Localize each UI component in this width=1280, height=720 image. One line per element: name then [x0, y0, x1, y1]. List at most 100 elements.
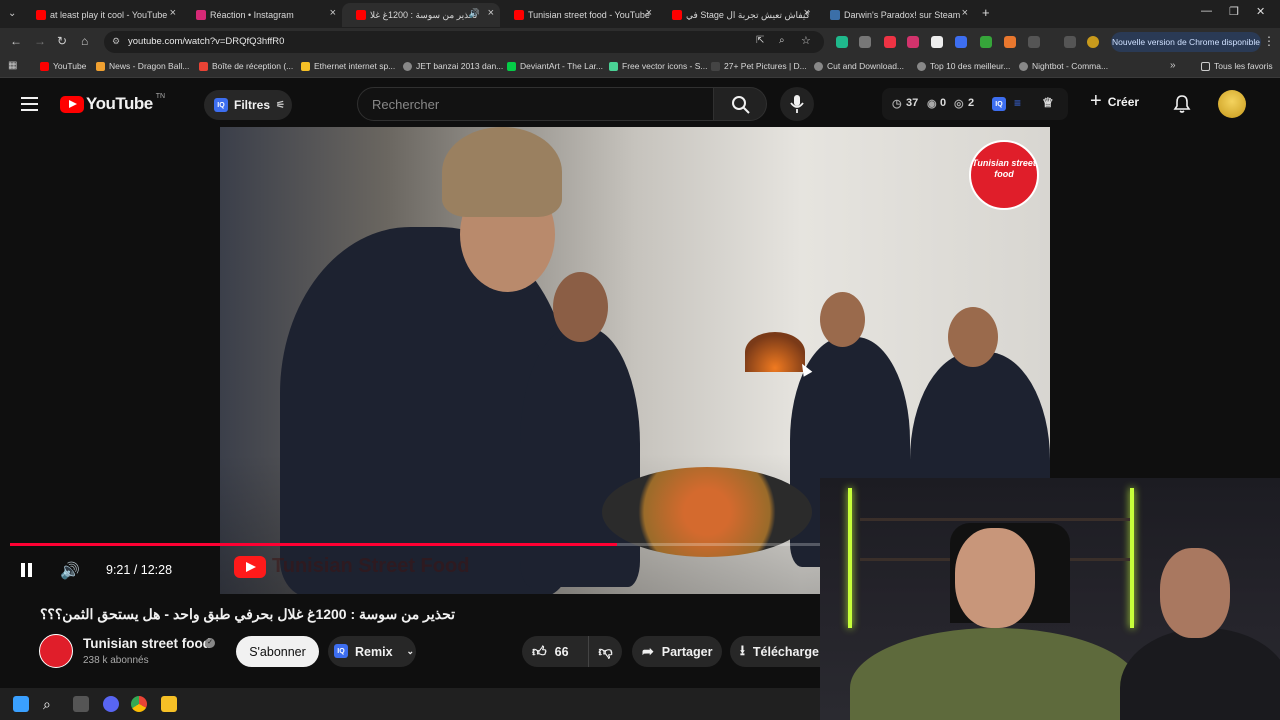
dragon-ball-icon — [96, 61, 105, 71]
forward-icon[interactable]: → — [34, 34, 46, 48]
like-count: 66 — [554, 644, 569, 659]
tab-instagram[interactable]: Réaction • Instagram × — [182, 3, 342, 27]
extension-icon[interactable] — [907, 36, 919, 48]
list-icon[interactable]: ≡ — [1014, 96, 1021, 110]
chrome-update-chip[interactable]: Nouvelle version de Chrome disponible — [1111, 32, 1261, 52]
youtube-logo[interactable]: YouTube TN — [60, 93, 165, 114]
back-icon[interactable]: ← — [10, 34, 22, 48]
volume-icon[interactable]: 🔊 — [60, 561, 80, 581]
channel-avatar[interactable] — [39, 634, 73, 668]
close-icon[interactable]: × — [170, 7, 176, 19]
like-button[interactable]: 👍︎ 66 — [522, 636, 582, 667]
bookmark-cut-and-download[interactable]: Cut and Download... — [814, 61, 904, 71]
bookmark-star-icon[interactable]: ☆ — [801, 34, 811, 47]
account-avatar[interactable] — [1218, 90, 1246, 118]
hamburger-menu-icon[interactable] — [21, 97, 38, 111]
search-input[interactable]: Rechercher — [357, 87, 714, 121]
reading-list-icon[interactable] — [1064, 36, 1076, 48]
progress-bar[interactable] — [10, 543, 820, 546]
tab-steam[interactable]: Darwin's Paradox! sur Steam × — [816, 3, 974, 27]
extension-icon[interactable] — [836, 36, 848, 48]
tab-tunisian-street-food[interactable]: Tunisian street food - YouTube × — [500, 3, 658, 27]
new-tab-button[interactable]: + — [982, 5, 990, 20]
extension-stats[interactable]: ◷ 37 ◉ 0 ◎ 2 IQ ≡ ♕ — [882, 88, 1068, 120]
close-window-icon[interactable]: ✕ — [1256, 5, 1265, 18]
discord-icon[interactable] — [103, 696, 119, 712]
close-icon[interactable]: × — [646, 7, 652, 19]
bookmark-dragon-ball[interactable]: News - Dragon Ball... — [96, 61, 189, 71]
extension-icon[interactable] — [931, 36, 943, 48]
search-button[interactable] — [713, 87, 767, 121]
microphone-icon — [790, 95, 804, 113]
bookmark-youtube[interactable]: YouTube — [40, 61, 86, 71]
trophy-icon[interactable]: ♕ — [1042, 95, 1054, 111]
more-bookmarks-icon[interactable]: » — [1170, 60, 1176, 71]
channel-name[interactable]: Tunisian street food — [83, 636, 211, 651]
bookmark-ethernet[interactable]: Ethernet internet sp... — [301, 61, 395, 71]
home-icon[interactable]: ⌂ — [81, 34, 88, 48]
extension-icon[interactable] — [955, 36, 967, 48]
apps-grid-icon[interactable]: ▦ — [8, 60, 17, 71]
bookmark-nightbot[interactable]: Nightbot - Comma... — [1019, 61, 1108, 71]
extension-icon[interactable] — [980, 36, 992, 48]
bookmark-top-10[interactable]: Top 10 des meilleur... — [917, 61, 1010, 71]
bookmark-label: JET banzai 2013 dan... — [416, 61, 504, 71]
close-icon[interactable]: × — [330, 7, 336, 19]
video-hat — [442, 127, 562, 217]
address-bar[interactable]: ⚙ youtube.com/watch?v=DRQfQ3hffR0 ⇱ ⌕ ☆ — [104, 31, 824, 53]
site-info-icon[interactable]: ⚙ — [112, 36, 120, 47]
reload-icon[interactable]: ↻ — [57, 34, 67, 48]
close-icon[interactable]: × — [804, 7, 810, 19]
close-icon[interactable]: × — [962, 7, 968, 19]
tab-search-icon[interactable]: ⌄ — [8, 8, 16, 19]
tab-title: كيفاش تعيش تجربة ال Stage في — [686, 9, 810, 20]
subscribe-button[interactable]: S'abonner — [236, 636, 319, 667]
bookmark-deviantart[interactable]: DeviantArt - The Lar... — [507, 61, 603, 71]
tab-at-least-play-it-cool[interactable]: at least play it cool - YouTube × — [22, 3, 182, 27]
gmail-icon — [199, 61, 208, 71]
share-button[interactable]: ➦ Partager — [632, 636, 722, 667]
close-icon[interactable]: × — [488, 7, 494, 19]
bookmark-jet-banzai[interactable]: JET banzai 2013 dan... — [403, 61, 503, 71]
chrome-icon[interactable] — [131, 696, 147, 712]
extension-icon[interactable] — [1004, 36, 1016, 48]
maximize-icon[interactable]: ❐ — [1229, 5, 1239, 18]
bookmark-label: YouTube — [53, 61, 87, 71]
bookmark-gmail[interactable]: Boîte de réception (... — [199, 61, 293, 71]
filters-button[interactable]: IQ Filtres ⚟ — [204, 90, 292, 120]
create-button[interactable]: + Créer — [1090, 90, 1139, 113]
install-app-icon[interactable]: ⇱ — [756, 35, 764, 46]
notifications-bell-icon[interactable] — [1173, 94, 1191, 114]
zoom-icon[interactable]: ⌕ — [779, 35, 785, 46]
tab-current-video[interactable]: تحذير من سوسة : 1200غ غلا 🔊 × — [342, 3, 500, 27]
bookmark-free-vector-icons[interactable]: Free vector icons - S... — [609, 61, 708, 71]
audio-playing-icon[interactable]: 🔊 — [469, 8, 480, 19]
url-text[interactable]: youtube.com/watch?v=DRQfQ3hffR0 — [128, 36, 284, 47]
voice-search-button[interactable] — [780, 87, 814, 121]
extension-icon[interactable] — [884, 36, 896, 48]
iq-extension-icon[interactable]: IQ — [992, 97, 1006, 111]
download-button[interactable]: ⭳ Télécharge — [730, 636, 820, 667]
chrome-menu-icon[interactable]: ⋮ — [1263, 34, 1275, 48]
bookmark-pet-pictures[interactable]: 27+ Pet Pictures | D... — [711, 61, 807, 71]
extensions-puzzle-icon[interactable] — [1028, 36, 1040, 48]
dislike-button[interactable]: 👎︎ — [588, 636, 622, 667]
task-view-icon[interactable] — [73, 696, 89, 712]
tab-title: Darwin's Paradox! sur Steam — [844, 10, 961, 20]
pause-icon[interactable] — [19, 562, 35, 578]
stat-hidden: 2 — [968, 97, 975, 109]
minimize-icon[interactable]: — — [1201, 5, 1212, 17]
thumbs-down-icon: 👎︎ — [598, 643, 613, 659]
tab-stage[interactable]: كيفاش تعيش تجربة ال Stage في × — [658, 3, 816, 27]
windows-start-icon[interactable] — [13, 696, 29, 712]
youtube-play-icon — [60, 95, 84, 113]
profile-icon[interactable] — [1087, 36, 1099, 48]
search-icon[interactable]: ⌕ — [43, 696, 59, 712]
file-explorer-icon[interactable] — [161, 696, 177, 712]
steam-favicon-icon — [830, 10, 840, 20]
globe-icon — [917, 61, 926, 71]
remix-button[interactable]: IQ Remix ⌄ — [328, 636, 416, 667]
extension-icon[interactable] — [859, 36, 871, 48]
all-bookmarks-folder[interactable]: Tous les favoris — [1201, 61, 1273, 71]
progress-fill — [10, 543, 617, 546]
